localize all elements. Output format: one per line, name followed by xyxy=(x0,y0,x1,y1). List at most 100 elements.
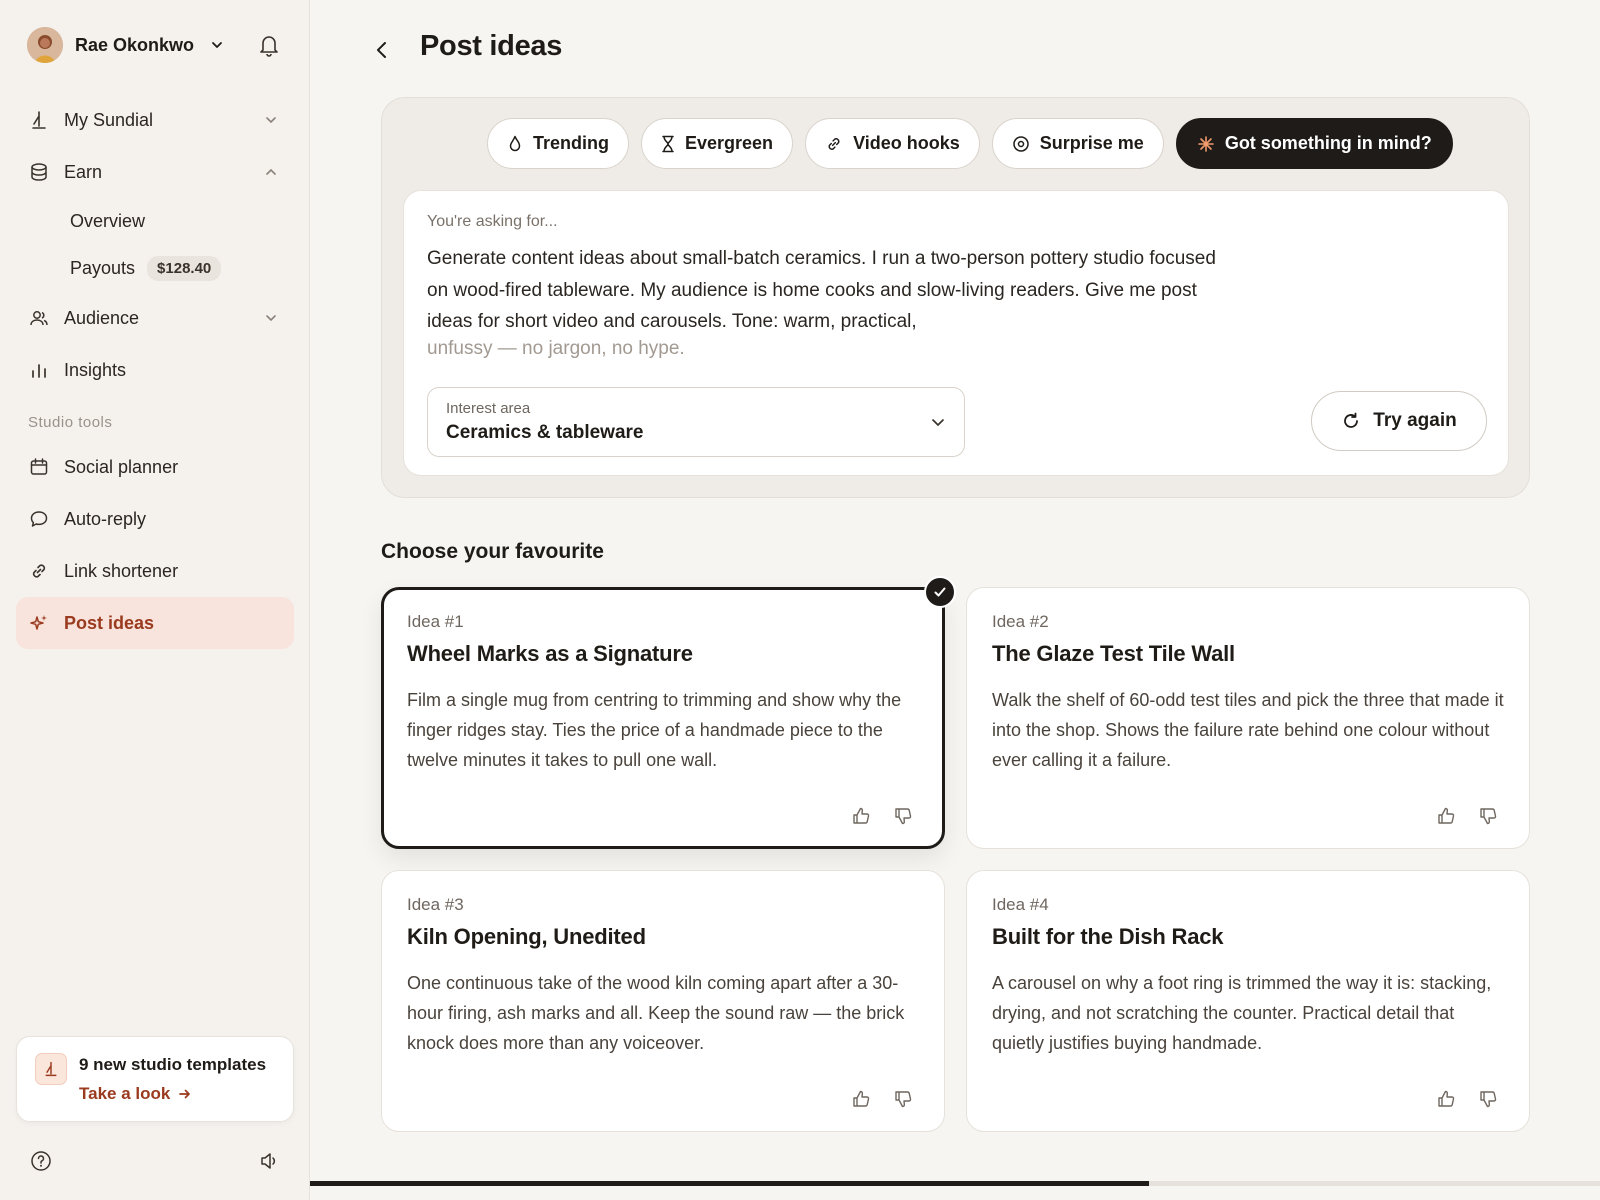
idea-title: Wheel Marks as a Signature xyxy=(407,641,693,666)
idea-mode-chips: Trending Evergreen Video hooks Surprise … xyxy=(487,118,1453,169)
chip-trending[interactable]: Trending xyxy=(487,118,629,169)
scroll-progress-bar xyxy=(310,1181,1600,1186)
templates-promo-card: 9 new studio templates Take a look xyxy=(16,1036,294,1122)
chevron-up-icon xyxy=(264,165,278,179)
page-title: Post ideas xyxy=(420,30,563,62)
chip-surprise-me[interactable]: Surprise me xyxy=(991,118,1164,169)
thumbs-up-icon[interactable] xyxy=(851,1089,871,1109)
sidebar-item-earn[interactable]: Earn xyxy=(16,146,294,198)
sundial-icon xyxy=(35,1053,67,1085)
chip-label: Evergreen xyxy=(685,133,774,153)
scroll-progress-fill xyxy=(310,1181,1149,1186)
idea-card-4[interactable]: Idea #4 Built for the Dish Rack A carous… xyxy=(966,870,1530,1132)
chip-label: Surprise me xyxy=(1039,133,1144,153)
idea-number: Idea #3 xyxy=(407,895,464,914)
sidebar: Rae Okonkwo My Sundial Earn Overview Pay… xyxy=(0,0,310,1200)
sidebar-subitem-overview[interactable]: Overview xyxy=(16,198,294,245)
thumbs-up-icon[interactable] xyxy=(1436,1089,1456,1109)
sidebar-item-my-sundial[interactable]: My Sundial xyxy=(16,94,294,146)
take-a-look-link[interactable]: Take a look xyxy=(79,1084,192,1104)
sidebar-item-post-ideas[interactable]: Post ideas xyxy=(16,597,294,649)
promo-title: 9 new studio templates xyxy=(79,1055,267,1074)
sidebar-nav: My Sundial Earn Overview Payouts $128.40 xyxy=(16,94,294,649)
sidebar-item-social-planner[interactable]: Social planner xyxy=(16,441,294,493)
target-icon xyxy=(1012,135,1030,153)
prompt-text-faded: unfussy — no jargon, no hype. xyxy=(427,338,685,359)
arrow-right-icon xyxy=(178,1087,192,1101)
coins-icon xyxy=(29,162,49,182)
sundial-icon xyxy=(29,110,49,130)
sidebar-item-audience[interactable]: Audience xyxy=(16,292,294,344)
interest-area-label: Interest area xyxy=(446,400,531,417)
chevron-down-icon xyxy=(264,113,278,127)
user-menu[interactable]: Rae Okonkwo xyxy=(27,27,224,63)
idea-card-2[interactable]: Idea #2 The Glaze Test Tile Wall Walk th… xyxy=(966,587,1530,849)
hourglass-icon xyxy=(661,135,675,153)
asterisk-icon xyxy=(1197,135,1215,153)
idea-number: Idea #2 xyxy=(992,612,1049,631)
sidebar-item-label: Insights xyxy=(64,359,127,380)
prompt-box[interactable]: You're asking for... Generate content id… xyxy=(403,190,1509,476)
flame-icon xyxy=(507,135,523,153)
help-icon[interactable] xyxy=(30,1150,52,1172)
idea-card-1[interactable]: Idea #1 Wheel Marks as a Signature Film … xyxy=(381,587,945,849)
idea-card-3[interactable]: Idea #3 Kiln Opening, Unedited One conti… xyxy=(381,870,945,1132)
sidebar-subitem-label: Payouts xyxy=(70,258,136,278)
chevron-down-icon xyxy=(264,311,278,325)
sidebar-item-label: Earn xyxy=(64,161,103,182)
section-label-studio-tools: Studio tools xyxy=(28,414,113,431)
prompt-text[interactable]: Generate content ideas about small-batch… xyxy=(427,243,1237,338)
idea-description: A carousel on why a foot ring is trimmed… xyxy=(992,973,1492,1053)
refresh-icon xyxy=(1341,411,1361,431)
sidebar-subitem-label: Overview xyxy=(70,211,146,231)
chevron-down-icon xyxy=(210,38,224,52)
sparkles-icon xyxy=(29,613,49,633)
back-button[interactable] xyxy=(370,38,394,62)
chevron-down-icon xyxy=(930,414,946,430)
sidebar-item-label: My Sundial xyxy=(64,109,154,130)
sidebar-item-label: Link shortener xyxy=(64,560,179,581)
idea-description: One continuous take of the wood kiln com… xyxy=(407,973,905,1053)
thumbs-down-icon[interactable] xyxy=(893,1089,913,1109)
idea-title: Kiln Opening, Unedited xyxy=(407,924,646,949)
sidebar-item-label: Post ideas xyxy=(64,612,155,633)
thumbs-down-icon[interactable] xyxy=(1478,806,1498,826)
thumbs-down-icon[interactable] xyxy=(1478,1089,1498,1109)
prompt-panel: Trending Evergreen Video hooks Surprise … xyxy=(381,97,1530,498)
link-icon xyxy=(29,561,49,581)
chip-got-something-in-mind[interactable]: Got something in mind? xyxy=(1175,118,1453,169)
sidebar-item-label: Auto-reply xyxy=(64,508,147,529)
idea-number: Idea #1 xyxy=(407,612,464,631)
payout-badge: $128.40 xyxy=(147,256,222,281)
avatar xyxy=(27,27,63,63)
try-again-button[interactable]: Try again xyxy=(1311,391,1487,451)
speaker-icon[interactable] xyxy=(258,1150,280,1172)
chip-label: Trending xyxy=(533,133,609,153)
sidebar-subitem-payouts[interactable]: Payouts $128.40 xyxy=(16,245,294,292)
idea-description: Walk the shelf of 60-odd test tiles and … xyxy=(992,690,1504,770)
thumbs-up-icon[interactable] xyxy=(1436,806,1456,826)
user-name: Rae Okonkwo xyxy=(75,34,195,55)
idea-description: Film a single mug from centring to trimm… xyxy=(407,690,902,770)
link-icon xyxy=(825,135,843,153)
thumbs-up-icon[interactable] xyxy=(851,806,871,826)
try-again-label: Try again xyxy=(1373,410,1457,431)
bell-icon[interactable] xyxy=(258,33,280,57)
section-title-choose-favourite: Choose your favourite xyxy=(381,540,604,563)
selected-check-icon xyxy=(924,576,956,608)
sidebar-item-label: Audience xyxy=(64,307,140,328)
interest-area-value: Ceramics & tableware xyxy=(446,422,644,443)
chat-bubble-icon xyxy=(29,509,49,529)
sidebar-item-link-shortener[interactable]: Link shortener xyxy=(16,545,294,597)
sidebar-item-insights[interactable]: Insights xyxy=(16,344,294,396)
chip-video-hooks[interactable]: Video hooks xyxy=(805,118,980,169)
bar-chart-icon xyxy=(29,360,49,380)
chip-evergreen[interactable]: Evergreen xyxy=(641,118,794,169)
idea-title: The Glaze Test Tile Wall xyxy=(992,641,1235,666)
sidebar-item-auto-reply[interactable]: Auto-reply xyxy=(16,493,294,545)
users-icon xyxy=(29,308,49,328)
interest-area-select[interactable]: Interest area Ceramics & tableware xyxy=(427,387,965,457)
idea-number: Idea #4 xyxy=(992,895,1049,914)
calendar-icon xyxy=(29,457,49,477)
thumbs-down-icon[interactable] xyxy=(893,806,913,826)
